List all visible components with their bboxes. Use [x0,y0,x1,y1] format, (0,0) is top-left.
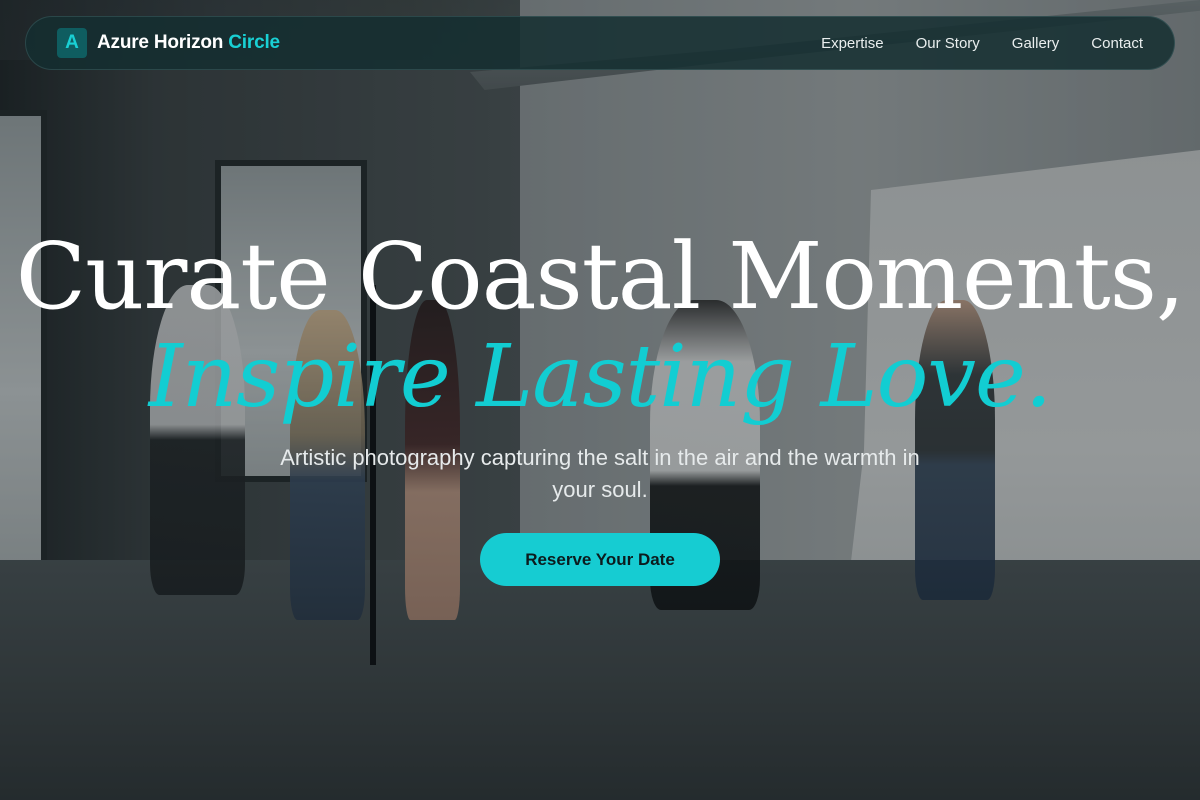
brand-logo-link[interactable]: A Azure Horizon Circle [57,28,280,58]
nav-link-our-story[interactable]: Our Story [916,35,980,52]
nav-links: Expertise Our Story Gallery Contact [821,35,1143,52]
brand-mark-icon: A [57,28,87,58]
nav-link-expertise[interactable]: Expertise [821,35,884,52]
nav-link-gallery[interactable]: Gallery [1012,35,1060,52]
hero-subtitle: Artistic photography capturing the salt … [280,445,920,502]
hero-headline-line1: Curate Coastal Moments, [15,223,1185,330]
top-navbar: A Azure Horizon Circle Expertise Our Sto… [25,16,1175,70]
nav-link-contact[interactable]: Contact [1091,35,1143,52]
brand-name: Azure Horizon Circle [97,32,280,54]
hero-headline-line2: Inspire Lasting Love. [148,327,1052,427]
brand-name-primary: Azure Horizon [97,32,224,53]
reserve-date-button[interactable]: Reserve Your Date [480,533,720,586]
brand-name-accent: Circle [228,32,280,53]
hero-section: A Azure Horizon Circle Expertise Our Sto… [0,0,1200,800]
